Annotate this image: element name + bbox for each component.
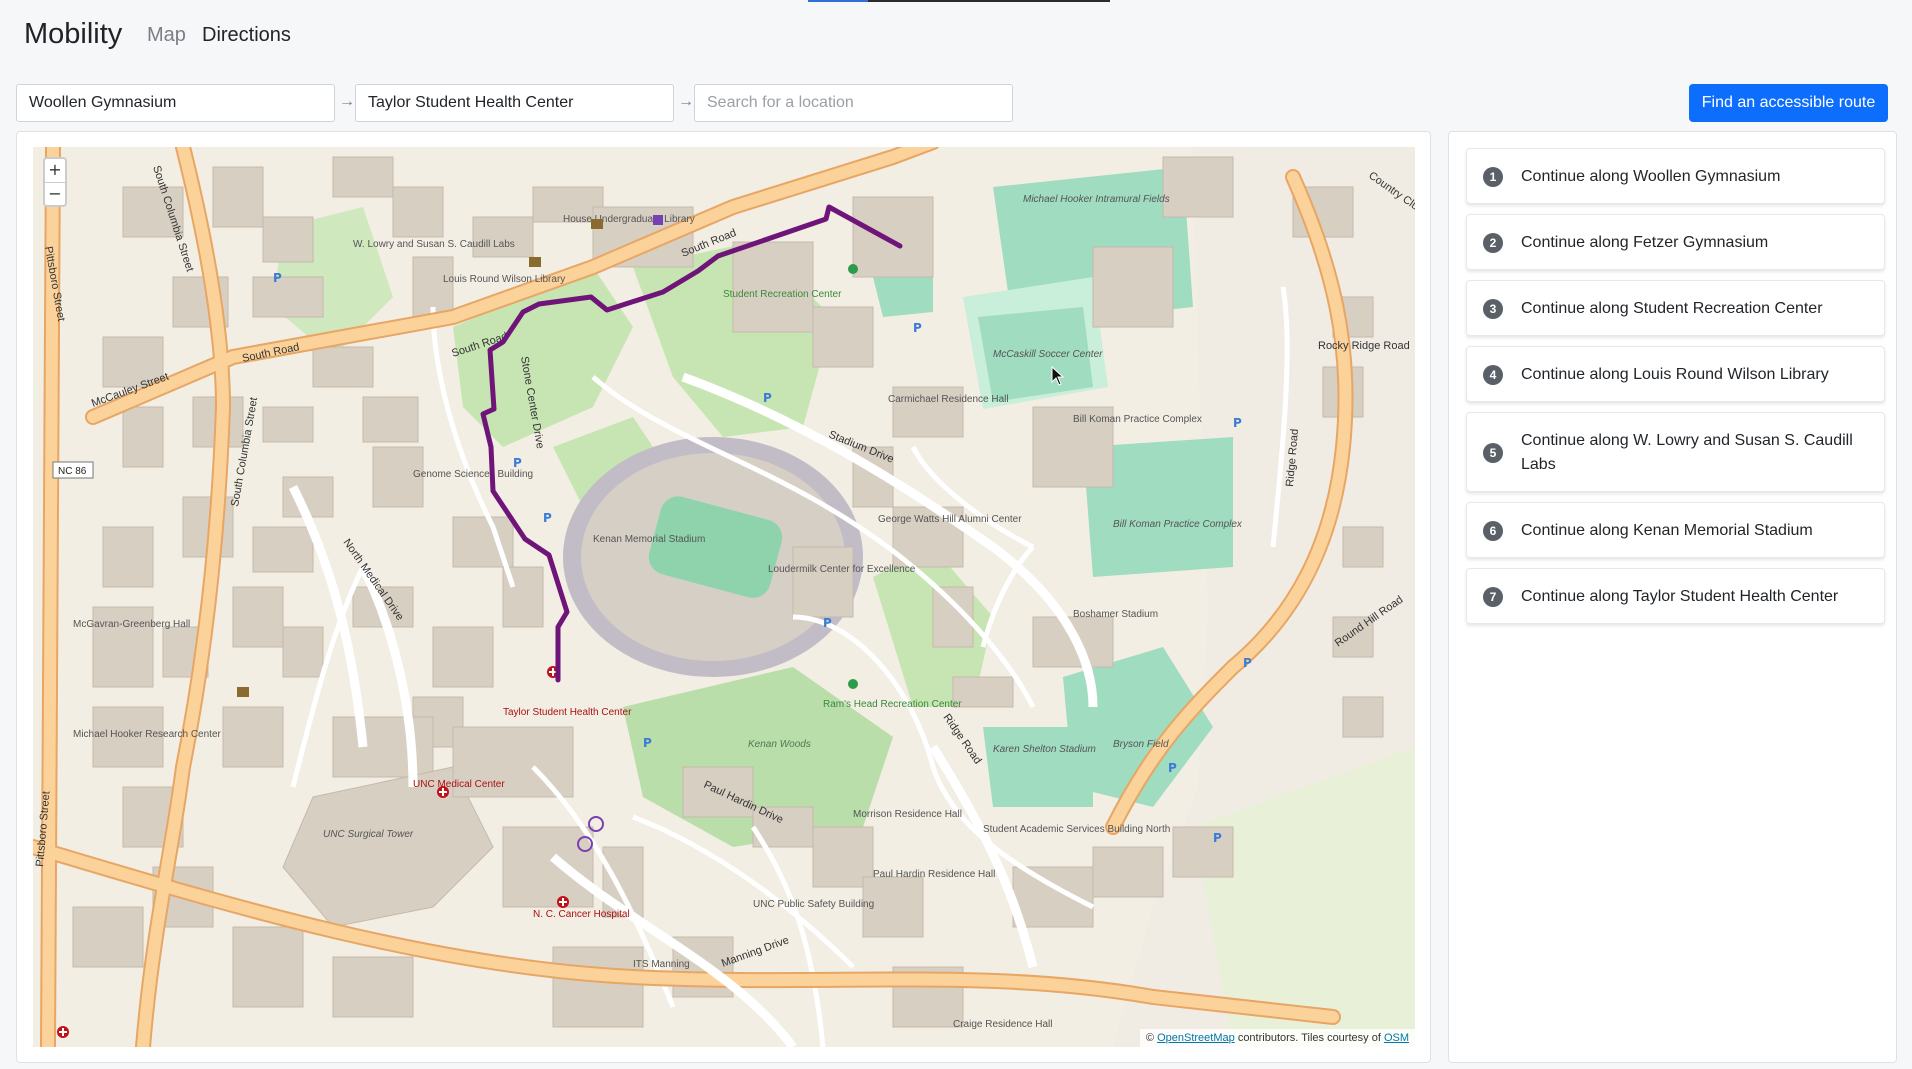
map-label-shelton-stadium: Karen Shelton Stadium [993, 744, 1096, 755]
step-number-badge: 5 [1483, 443, 1503, 463]
loading-progress-accent [808, 0, 868, 2]
map-label-unc-medical-center: UNC Medical Center [413, 779, 505, 790]
parking-icon: P [513, 456, 522, 470]
map-label-kenan-stadium: Kenan Memorial Stadium [593, 534, 705, 545]
map-attribution: © OpenStreetMap contributors. Tiles cour… [1139, 1029, 1415, 1047]
attribution-middle: contributors. Tiles courtesy of [1237, 1032, 1381, 1044]
direction-step[interactable]: 2 Continue along Fetzer Gymnasium [1466, 214, 1885, 270]
step-text: Continue along W. Lowry and Susan S. Cau… [1521, 432, 1853, 473]
library-icon [591, 219, 603, 229]
step-text: Continue along Louis Round Wilson Librar… [1521, 366, 1829, 383]
step-number-badge: 6 [1483, 521, 1503, 541]
attribution-prefix: © [1145, 1032, 1155, 1044]
direction-step[interactable]: 7 Continue along Taylor Student Health C… [1466, 568, 1885, 624]
parking-icon: P [543, 511, 552, 525]
parking-icon: P [273, 271, 282, 285]
shelton-field [983, 727, 1093, 807]
parking-icon: P [1233, 416, 1242, 430]
map-label-koman-complex: Bill Koman Practice Complex [1073, 414, 1202, 425]
map-label-hardin-hall: Paul Hardin Residence Hall [873, 869, 995, 880]
find-accessible-route-button[interactable]: Find an accessible route [1689, 84, 1888, 122]
parking-icon: P [1243, 656, 1252, 670]
map-label-morrison-hall: Morrison Residence Hall [853, 809, 962, 820]
map-label-carmichael-hall: Carmichael Residence Hall [888, 394, 1009, 405]
map-label-bryson-field: Bryson Field [1113, 739, 1169, 750]
step-number-badge: 2 [1483, 233, 1503, 253]
map-label-boshamer-stadium: Boshamer Stadium [1073, 609, 1158, 620]
step-text: Continue along Taylor Student Health Cen… [1521, 588, 1839, 605]
nav-directions-link[interactable]: Directions [202, 24, 291, 47]
map-label-genome-sciences: Genome Sciences Building [413, 469, 533, 480]
map-canvas[interactable]: South Road South Road South Road McCaule… [33, 147, 1415, 1047]
map-label-wilson-library: Louis Round Wilson Library [443, 274, 565, 285]
arrow-right-icon: → [339, 93, 355, 110]
direction-step[interactable]: 4 Continue along Louis Round Wilson Libr… [1466, 346, 1885, 402]
osm-tiles-link[interactable]: OSM [1384, 1032, 1409, 1044]
library-icon [529, 257, 541, 267]
zoom-in-button[interactable]: + [45, 159, 65, 183]
map-label-student-academic-services: Student Academic Services Building North [983, 824, 1170, 835]
map-label-house-library: House Undergraduate Library [563, 214, 695, 225]
step-number-badge: 1 [1483, 167, 1503, 187]
map-tiles: South Road South Road South Road McCaule… [33, 147, 1415, 1047]
map-label-its-manning: ITS Manning [633, 959, 690, 970]
nc86-shield: NC 86 [52, 461, 94, 479]
waypoint-search-input[interactable] [694, 84, 1013, 122]
map-label-public-safety: UNC Public Safety Building [753, 899, 874, 910]
destination-input[interactable] [355, 84, 674, 122]
shop-icon [653, 215, 663, 225]
map-label-kenan-woods: Kenan Woods [748, 739, 811, 750]
step-text: Continue along Kenan Memorial Stadium [1521, 522, 1813, 539]
direction-step[interactable]: 3 Continue along Student Recreation Cent… [1466, 280, 1885, 336]
parking-icon: P [823, 616, 832, 630]
app-title[interactable]: Mobility [24, 18, 122, 51]
step-text: Continue along Fetzer Gymnasium [1521, 234, 1769, 251]
parking-icon: P [1213, 831, 1222, 845]
top-navbar: Mobility Map Directions [0, 0, 1912, 68]
map-label-george-watts-hill: George Watts Hill Alumni Center [878, 514, 1022, 525]
zoom-out-button[interactable]: − [45, 183, 65, 206]
map-label-craige-hall: Craige Residence Hall [953, 1019, 1053, 1030]
map-label-rocky-ridge-road: Rocky Ridge Road [1318, 340, 1410, 352]
nav-map-link[interactable]: Map [147, 24, 186, 47]
step-number-badge: 4 [1483, 365, 1503, 385]
origin-input[interactable] [16, 84, 335, 122]
hospital-icon [557, 896, 569, 908]
map-label-loudermilk: Loudermilk Center for Excellence [768, 564, 916, 575]
library-icon [237, 687, 249, 697]
map-label-surgical-tower: UNC Surgical Tower [323, 829, 414, 840]
map-label-koman-field: Bill Koman Practice Complex [1113, 519, 1243, 530]
map-label-cancer-hospital: N. C. Cancer Hospital [533, 909, 630, 920]
parking-icon: P [643, 736, 652, 750]
map-label-student-rec: Student Recreation Center [723, 289, 842, 300]
parking-icon: P [1168, 761, 1177, 775]
map-label-rams-head-rec: Ram's Head Recreation Center [823, 699, 962, 710]
map-label-michael-hooker-research: Michael Hooker Research Center [73, 729, 222, 740]
arrow-right-icon: → [678, 93, 694, 110]
map-label-caudill-labs: W. Lowry and Susan S. Caudill Labs [353, 239, 515, 250]
swimming-icon [848, 264, 858, 274]
map-label-nc86: NC 86 [58, 466, 87, 477]
map-label-mccaskill: McCaskill Soccer Center [993, 349, 1103, 360]
hospital-icon [57, 1026, 69, 1038]
map-label-mcgavran-greenberg: McGavran-Greenberg Hall [73, 619, 190, 630]
direction-step[interactable]: 6 Continue along Kenan Memorial Stadium [1466, 502, 1885, 558]
zoom-control: + − [43, 157, 67, 207]
step-text: Continue along Woollen Gymnasium [1521, 168, 1781, 185]
step-number-badge: 3 [1483, 299, 1503, 319]
direction-step[interactable]: 5 Continue along W. Lowry and Susan S. C… [1466, 412, 1885, 492]
step-number-badge: 7 [1483, 587, 1503, 607]
sports-centre-icon [848, 679, 858, 689]
openstreetmap-link[interactable]: OpenStreetMap [1157, 1032, 1235, 1044]
direction-step[interactable]: 1 Continue along Woollen Gymnasium [1466, 148, 1885, 204]
step-text: Continue along Student Recreation Center [1521, 300, 1823, 317]
parking-icon: P [763, 391, 772, 405]
parking-icon: P [913, 321, 922, 335]
map-label-intramural-fields: Michael Hooker Intramural Fields [1023, 194, 1170, 205]
mouse-cursor-icon [1051, 366, 1065, 386]
map-label-taylor-health: Taylor Student Health Center [503, 707, 632, 718]
hospital-icon [437, 786, 449, 798]
